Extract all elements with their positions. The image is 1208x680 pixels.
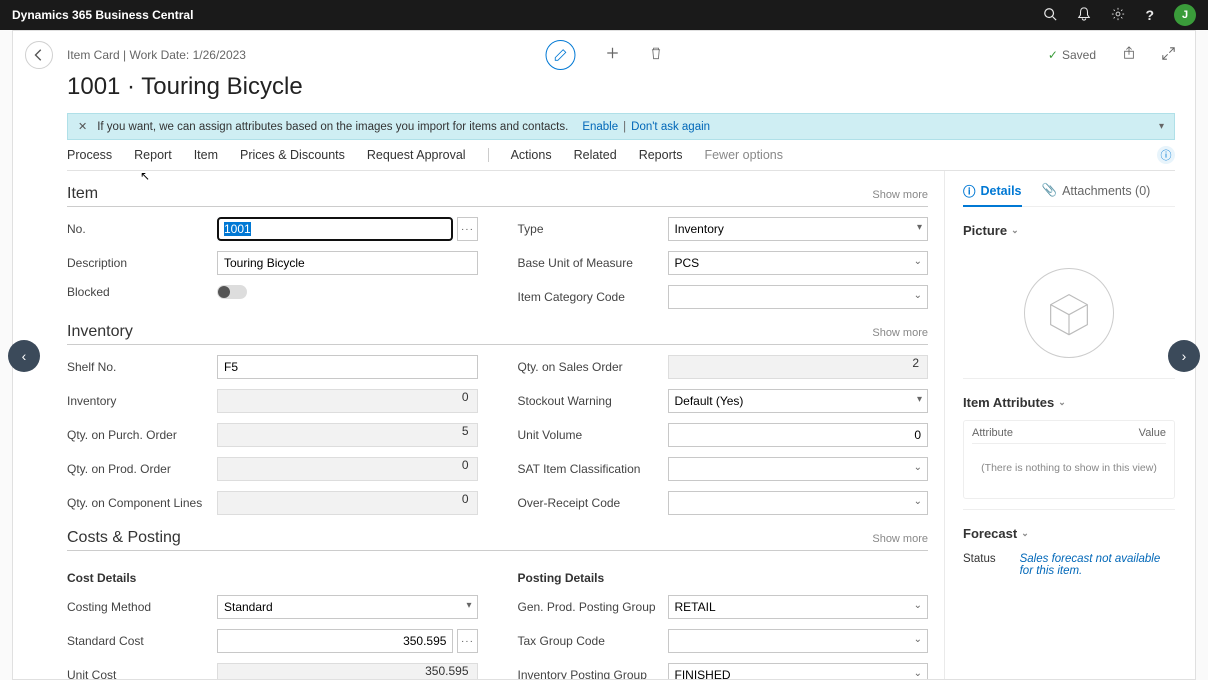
notification-bar: ✕ If you want, we can assign attributes …: [67, 113, 1175, 140]
forecast-status-label: Status: [963, 553, 996, 577]
action-menu: Process Report Item Prices & Discounts R…: [67, 146, 1175, 171]
breadcrumb: Item Card | Work Date: 1/26/2023: [67, 48, 246, 62]
global-header: Dynamics 365 Business Central ? J: [0, 0, 1208, 30]
gear-icon[interactable]: [1111, 7, 1125, 24]
menu-actions[interactable]: Actions: [511, 148, 552, 162]
forecast-heading[interactable]: Forecast⌄: [963, 526, 1175, 541]
base-uom-select[interactable]: [668, 251, 929, 275]
main-content: Item Show more No. ··· Description Block…: [67, 171, 945, 680]
dont-ask-link[interactable]: Don't ask again: [631, 121, 710, 133]
brand-label: Dynamics 365 Business Central: [12, 8, 193, 22]
notification-text: If you want, we can assign attributes ba…: [97, 121, 568, 133]
close-icon[interactable]: ✕: [78, 120, 87, 133]
costing-method-select[interactable]: [217, 595, 478, 619]
collapse-icon[interactable]: [1162, 47, 1175, 64]
workspace: Item Card | Work Date: 1/26/2023 ✓Saved …: [12, 30, 1196, 680]
picture-placeholder[interactable]: [963, 248, 1175, 378]
forecast-message[interactable]: Sales forecast not available for this it…: [1020, 553, 1175, 577]
back-button[interactable]: [25, 41, 53, 69]
standard-cost-assist[interactable]: ···: [457, 629, 477, 653]
factbox-panel: ⓘDetails 📎Attachments (0) Picture⌄ Item …: [945, 171, 1175, 680]
show-more-item[interactable]: Show more: [872, 189, 928, 201]
tab-attachments[interactable]: 📎Attachments (0): [1042, 181, 1151, 200]
enable-link[interactable]: Enable: [582, 121, 618, 133]
unit-cost-value[interactable]: 350.595: [217, 663, 478, 680]
cube-icon: [1024, 268, 1114, 358]
show-more-inventory[interactable]: Show more: [872, 327, 928, 339]
inventory-value[interactable]: 0: [217, 389, 478, 413]
item-attributes-heading[interactable]: Item Attributes⌄: [963, 395, 1175, 410]
qty-prod-order[interactable]: 0: [217, 457, 478, 481]
sat-classification-select[interactable]: [668, 457, 929, 481]
menu-item[interactable]: Item: [194, 148, 218, 162]
description-field[interactable]: [217, 251, 478, 275]
standard-cost-field[interactable]: [217, 629, 453, 653]
menu-approval[interactable]: Request Approval: [367, 148, 466, 162]
chevron-down-icon[interactable]: ▾: [1159, 121, 1164, 132]
menu-related[interactable]: Related: [574, 148, 617, 162]
search-icon[interactable]: [1043, 7, 1057, 24]
qty-purch-order[interactable]: 5: [217, 423, 478, 447]
gen-prod-posting-select[interactable]: [668, 595, 929, 619]
avatar[interactable]: J: [1174, 4, 1196, 26]
prev-record-button[interactable]: ‹: [8, 340, 40, 372]
menu-process[interactable]: Process: [67, 148, 112, 162]
next-record-button[interactable]: ›: [1168, 340, 1200, 372]
type-select[interactable]: [668, 217, 929, 241]
help-icon[interactable]: ?: [1145, 7, 1154, 23]
section-item[interactable]: Item Show more: [67, 185, 928, 207]
no-field[interactable]: [217, 217, 453, 241]
inventory-posting-select[interactable]: [668, 663, 929, 680]
show-more-costs[interactable]: Show more: [872, 533, 928, 545]
qty-component[interactable]: 0: [217, 491, 478, 515]
edit-button[interactable]: [546, 40, 576, 70]
info-icon[interactable]: ⓘ: [1157, 146, 1175, 164]
bell-icon[interactable]: [1077, 7, 1091, 24]
blocked-toggle[interactable]: [217, 285, 247, 299]
picture-heading[interactable]: Picture⌄: [963, 223, 1175, 238]
no-assist-edit[interactable]: ···: [457, 217, 477, 241]
attributes-empty: (There is nothing to show in this view): [972, 444, 1166, 492]
menu-reports[interactable]: Reports: [639, 148, 683, 162]
saved-status: ✓Saved: [1048, 48, 1096, 62]
item-category-select[interactable]: [668, 285, 929, 309]
delete-icon[interactable]: [650, 46, 663, 64]
posting-details-heading: Posting Details: [518, 571, 929, 585]
attributes-table: AttributeValue (There is nothing to show…: [963, 420, 1175, 499]
menu-report[interactable]: Report: [134, 148, 172, 162]
menu-fewer-options[interactable]: Fewer options: [704, 148, 783, 162]
stockout-select[interactable]: [668, 389, 929, 413]
unit-volume-field[interactable]: [668, 423, 929, 447]
tax-group-select[interactable]: [668, 629, 929, 653]
share-icon[interactable]: [1122, 46, 1136, 64]
new-icon[interactable]: [606, 46, 620, 64]
shelf-no-field[interactable]: [217, 355, 478, 379]
over-receipt-select[interactable]: [668, 491, 929, 515]
section-costs[interactable]: Costs & Posting Show more: [67, 529, 928, 551]
section-inventory[interactable]: Inventory Show more: [67, 323, 928, 345]
page-title: 1001 · Touring Bicycle: [13, 71, 1195, 109]
qty-sales-order[interactable]: 2: [668, 355, 929, 379]
menu-prices[interactable]: Prices & Discounts: [240, 148, 345, 162]
tab-details[interactable]: ⓘDetails: [963, 181, 1022, 207]
cost-details-heading: Cost Details: [67, 571, 478, 585]
